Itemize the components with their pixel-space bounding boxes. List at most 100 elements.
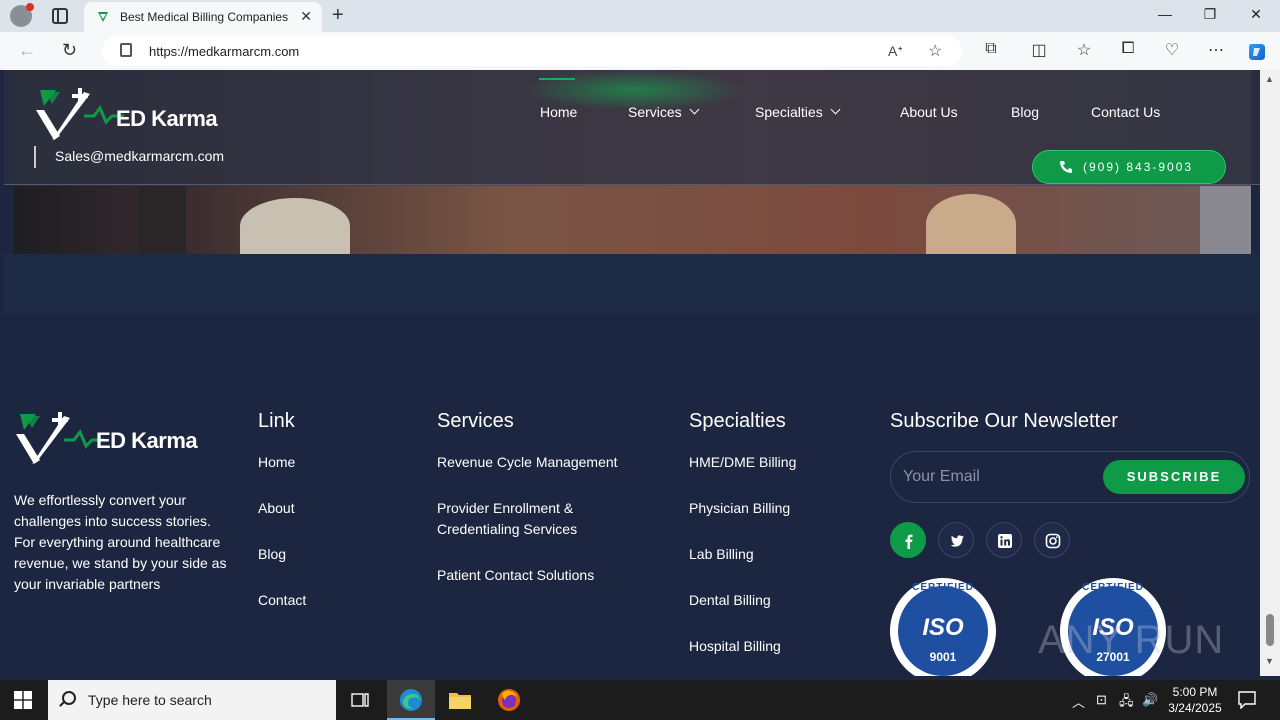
- task-view-icon: [351, 693, 369, 707]
- favorite-star-icon[interactable]: ☆: [928, 41, 942, 61]
- nav-contact-us[interactable]: Contact Us: [1091, 104, 1160, 120]
- scroll-down-icon[interactable]: ▼: [1265, 656, 1274, 666]
- split-screen-icon[interactable]: ◫: [1028, 40, 1050, 60]
- show-hidden-icons-chevron-icon[interactable]: ︿: [1072, 692, 1085, 711]
- restore-window-button[interactable]: ❐: [1200, 6, 1220, 23]
- nav-about-us[interactable]: About Us: [900, 104, 958, 120]
- meet-now-icon[interactable]: ⊡: [1096, 692, 1107, 708]
- footer-service-rcm[interactable]: Revenue Cycle Management: [437, 452, 618, 473]
- footer-service-patient-contact[interactable]: Patient Contact Solutions: [437, 565, 594, 586]
- refresh-icon[interactable]: ↻: [62, 40, 77, 61]
- chevron-down-icon: [830, 104, 841, 115]
- favorites-icon[interactable]: ☆: [1073, 40, 1095, 60]
- more-options-icon[interactable]: ⋯: [1205, 40, 1227, 60]
- scrollbar-thumb[interactable]: [1266, 614, 1274, 646]
- footer-link-contact[interactable]: Contact: [258, 590, 306, 611]
- taskbar-firefox[interactable]: [485, 680, 533, 720]
- network-icon[interactable]: 🖧: [1119, 692, 1134, 714]
- browser-essentials-icon[interactable]: ♡: [1161, 40, 1183, 60]
- med-karma-logo-icon: [16, 412, 104, 464]
- footer-service-enrollment[interactable]: Provider Enrollment & Credentialing Serv…: [437, 498, 627, 540]
- minimize-window-button[interactable]: —: [1155, 6, 1175, 22]
- new-tab-button[interactable]: +: [332, 4, 344, 27]
- url-text[interactable]: https://medkarmarcm.com: [149, 44, 299, 59]
- iso-number: 9001: [929, 650, 957, 664]
- facebook-icon[interactable]: [890, 522, 926, 558]
- footer-specialty-physician[interactable]: Physician Billing: [689, 498, 790, 519]
- hero-person-left: [240, 198, 350, 254]
- windows-start-icon[interactable]: [14, 691, 32, 709]
- taskbar-file-explorer[interactable]: [436, 680, 484, 720]
- nav-specialties-label: Specialties: [755, 104, 823, 120]
- tab-actions-icon[interactable]: [52, 8, 68, 24]
- newsletter-email-field[interactable]: Your Email SUBSCRIBE: [890, 451, 1250, 503]
- task-view-button[interactable]: [336, 680, 384, 720]
- brand-name: ED Karma: [116, 106, 218, 131]
- header-email-link[interactable]: Sales@medkarmarcm.com: [55, 148, 224, 164]
- notifications-icon[interactable]: [1238, 691, 1256, 709]
- nav-services-label: Services: [628, 104, 682, 120]
- taskbar-edge-app[interactable]: [387, 680, 435, 720]
- site-header: ED Karma Sales@medkarmarcm.com Home Serv…: [4, 70, 1260, 185]
- folder-icon: [449, 693, 471, 709]
- scroll-up-icon[interactable]: ▲: [1265, 74, 1274, 84]
- nav-specialties[interactable]: Specialties: [755, 104, 841, 120]
- footer-specialty-hme[interactable]: HME/DME Billing: [689, 452, 796, 473]
- nav-home[interactable]: Home: [540, 104, 577, 120]
- hero-image-lower: [14, 186, 1251, 254]
- clock-date: 3/24/2025: [1168, 701, 1222, 715]
- anyrun-watermark: ANY RUN: [1038, 618, 1225, 662]
- newsletter-email-placeholder: Your Email: [903, 468, 980, 485]
- browser-toolbar: ← ↻ https://medkarmarcm.com Aᐩ ☆ ⧉ ◫ ☆ ⧠…: [0, 32, 1280, 70]
- extensions-icon[interactable]: ⧉: [980, 40, 1002, 58]
- taskbar-search-box[interactable]: Type here to search: [48, 680, 336, 720]
- footer-link-heading: Link: [258, 410, 295, 432]
- close-window-button[interactable]: ✕: [1246, 6, 1266, 23]
- footer-specialty-hospital[interactable]: Hospital Billing: [689, 636, 781, 657]
- page-band: [4, 254, 1260, 314]
- read-aloud-icon[interactable]: Aᐩ: [888, 43, 903, 60]
- nav-blog[interactable]: Blog: [1011, 104, 1039, 120]
- back-arrow-icon[interactable]: ←: [18, 40, 36, 61]
- active-nav-indicator: [539, 78, 575, 80]
- profile-avatar-icon[interactable]: [10, 3, 34, 27]
- footer-specialties-heading: Specialties: [689, 410, 786, 432]
- collections-icon[interactable]: ⧠: [1117, 40, 1139, 58]
- address-bar[interactable]: https://medkarmarcm.com Aᐩ ☆: [102, 36, 962, 66]
- footer-logo[interactable]: ED Karma: [14, 410, 204, 468]
- page-scrollbar[interactable]: ▲ ▼: [1260, 70, 1280, 676]
- phone-call-button[interactable]: (909) 843-9003: [1032, 150, 1226, 184]
- site-favicon-icon: [98, 12, 108, 22]
- footer-link-about[interactable]: About: [258, 498, 295, 519]
- instagram-icon[interactable]: [1034, 522, 1070, 558]
- twitter-icon[interactable]: [938, 522, 974, 558]
- footer-link-blog[interactable]: Blog: [258, 544, 286, 565]
- hero-person-right: [926, 194, 1016, 254]
- browser-tab-bar: Best Medical Billing Companies in ✕ + — …: [0, 0, 1280, 32]
- nav-services[interactable]: Services: [628, 104, 700, 120]
- chevron-down-icon: [689, 104, 700, 115]
- hero-door: [138, 186, 186, 254]
- edge-icon: [400, 689, 422, 711]
- phone-icon: [1060, 161, 1072, 173]
- footer-link-home[interactable]: Home: [258, 452, 295, 473]
- windows-taskbar: Type here to search ︿ ⊡ 🖧 🔊 5:00 PM 3/24…: [0, 680, 1280, 720]
- close-tab-icon[interactable]: ✕: [300, 8, 312, 25]
- footer-specialty-lab[interactable]: Lab Billing: [689, 544, 754, 565]
- copilot-icon[interactable]: [1246, 41, 1268, 63]
- volume-icon[interactable]: 🔊: [1142, 692, 1158, 708]
- email-divider: [34, 146, 36, 168]
- phone-number: (909) 843-9003: [1083, 160, 1194, 174]
- browser-tab-active[interactable]: Best Medical Billing Companies in ✕: [84, 2, 322, 32]
- footer-newsletter-heading: Subscribe Our Newsletter: [890, 410, 1118, 432]
- iso-seal: ISO 9001: [898, 586, 988, 676]
- taskbar-search-placeholder: Type here to search: [88, 692, 212, 708]
- site-logo[interactable]: ED Karma: [34, 86, 224, 144]
- med-karma-logo-icon: [36, 88, 124, 140]
- lock-icon[interactable]: [120, 43, 132, 57]
- taskbar-clock[interactable]: 5:00 PM 3/24/2025: [1160, 684, 1230, 716]
- footer-specialty-dental[interactable]: Dental Billing: [689, 590, 771, 611]
- linkedin-icon[interactable]: [986, 522, 1022, 558]
- tab-title: Best Medical Billing Companies in: [120, 10, 290, 24]
- subscribe-button[interactable]: SUBSCRIBE: [1103, 460, 1245, 494]
